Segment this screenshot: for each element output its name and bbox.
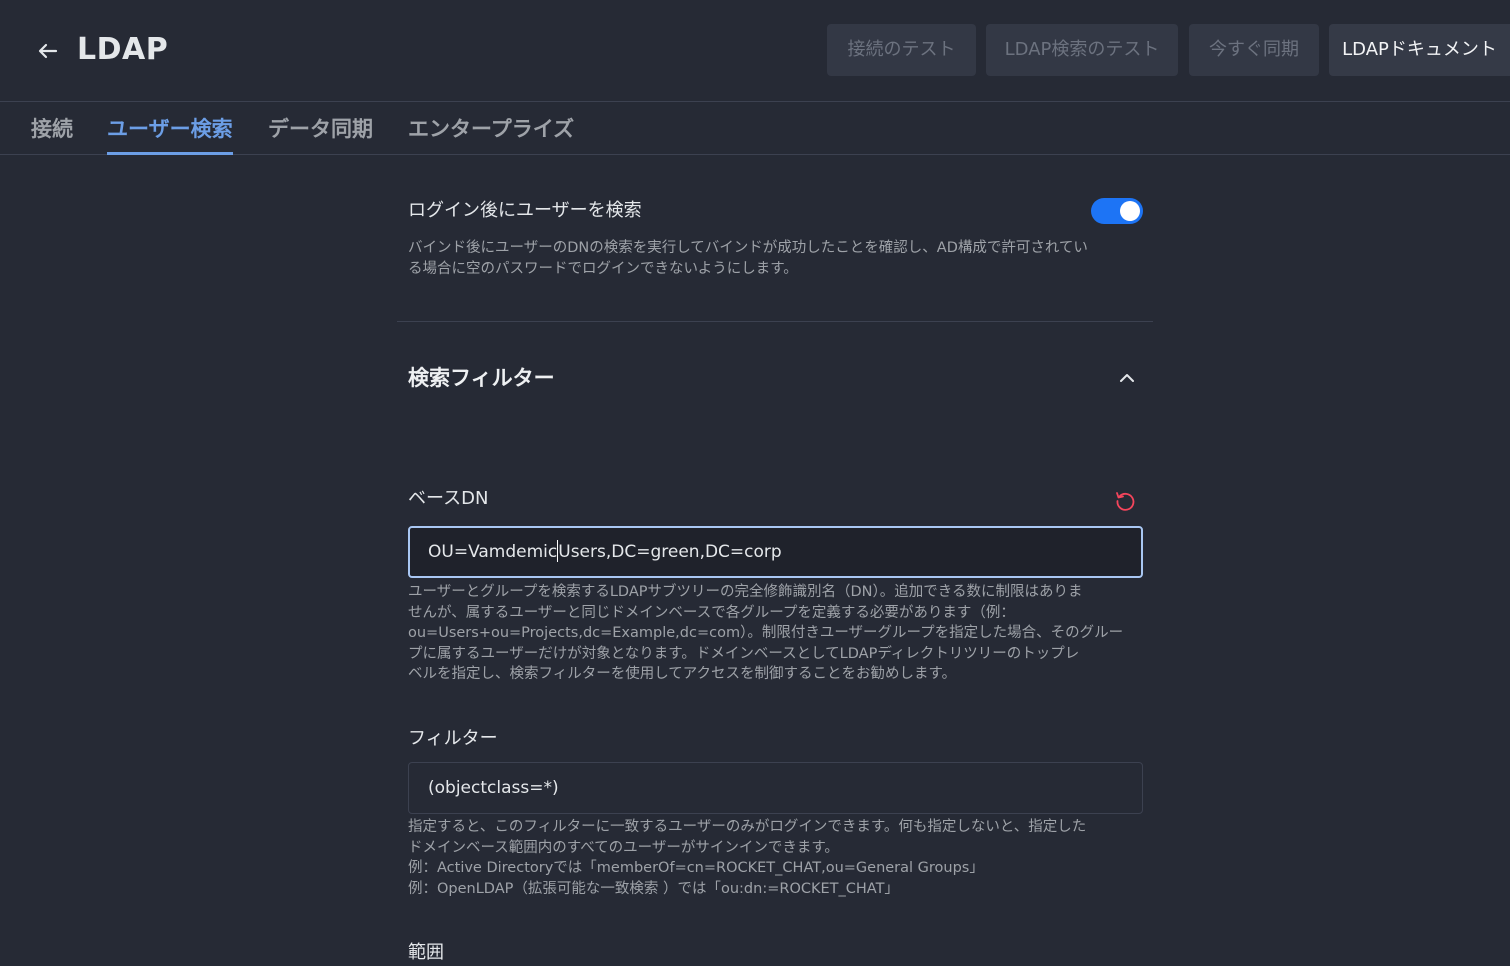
reset-icon[interactable] xyxy=(1113,488,1137,512)
page-header: LDAP 接続のテスト LDAP検索のテスト 今すぐ同期 LDAPドキュメント xyxy=(0,0,1510,102)
description-line: ドメインベース範囲内のすべてのユーザーがサインインできます。 xyxy=(408,839,839,856)
tab-data-sync[interactable]: データ同期 xyxy=(268,114,373,155)
page-title: LDAP xyxy=(77,32,169,67)
filter-label: フィルター xyxy=(408,728,498,749)
base-dn-value-part: OU=Vamdemic xyxy=(428,542,558,562)
search-after-login-toggle[interactable] xyxy=(1091,198,1143,224)
sync-now-button[interactable]: 今すぐ同期 xyxy=(1189,24,1319,76)
base-dn-description: ユーザーとグループを検索するLDAPサブツリーの完全修飾識別名（DN）。追加でき… xyxy=(408,582,1148,685)
description-line: 例：OpenLDAP（拡張可能な一致検索 ）では「ou:dn:=ROCKET_C… xyxy=(408,880,899,897)
search-filter-section-title[interactable]: 検索フィルター xyxy=(408,362,555,394)
filter-description: 指定すると、このフィルターに一致するユーザーのみがログインできます。何も指定しな… xyxy=(408,817,1153,899)
search-after-login-label: ログイン後にユーザーを検索 xyxy=(408,200,642,221)
section-divider xyxy=(397,321,1153,322)
base-dn-input[interactable]: OU=VamdemicUsers,DC=green,DC=corp xyxy=(408,526,1143,578)
tab-connection[interactable]: 接続 xyxy=(31,114,73,155)
description-line: プに属するユーザーだけが対象となります。ドメインベースとしてLDAPディレクトリ… xyxy=(408,645,1080,662)
description-line: ou=Users+ou=Projects,dc=Example,dc=com）。… xyxy=(408,625,1124,641)
tab-bar: 接続 ユーザー検索 データ同期 エンタープライズ xyxy=(0,102,1510,155)
test-ldap-search-button[interactable]: LDAP検索のテスト xyxy=(986,24,1178,76)
description-line: せんが、属するユーザーと同じドメインベースで各グループを定義する必要があります（… xyxy=(408,604,1015,621)
filter-input[interactable]: (objectclass=*) xyxy=(408,762,1143,814)
description-line: 指定すると、このフィルターに一致するユーザーのみがログインできます。何も指定しな… xyxy=(408,819,1087,835)
ldap-docs-button[interactable]: LDAPドキュメント xyxy=(1329,24,1510,76)
toggle-knob xyxy=(1120,201,1140,221)
description-line: バインド後にユーザーのDNの検索を実行してバインドが成功したことを確認し、AD構… xyxy=(408,240,1088,256)
base-dn-label: ベースDN xyxy=(408,488,489,509)
description-line: ユーザーとグループを検索するLDAPサブツリーの完全修飾識別名（DN）。追加でき… xyxy=(408,584,1083,600)
chevron-up-icon[interactable] xyxy=(1113,366,1141,390)
search-after-login-description: バインド後にユーザーのDNの検索を実行してバインドが成功したことを確認し、AD構… xyxy=(408,238,1148,279)
test-connection-button[interactable]: 接続のテスト xyxy=(827,24,976,76)
description-line: ベルを指定し、検索フィルターを使用してアクセスを制御することをお勧めします。 xyxy=(408,666,957,682)
description-line: る場合に空のパスワードでログインできないようにします。 xyxy=(408,260,798,277)
tab-enterprise[interactable]: エンタープライズ xyxy=(408,114,574,155)
base-dn-value-part: Users,DC=green,DC=corp xyxy=(558,542,782,562)
arrow-left-icon[interactable] xyxy=(34,34,62,66)
scope-label: 範囲 xyxy=(408,942,444,963)
tab-user-search[interactable]: ユーザー検索 xyxy=(107,114,233,155)
description-line: 例：Active Directoryでは「memberOf=cn=ROCKET_… xyxy=(408,860,984,876)
